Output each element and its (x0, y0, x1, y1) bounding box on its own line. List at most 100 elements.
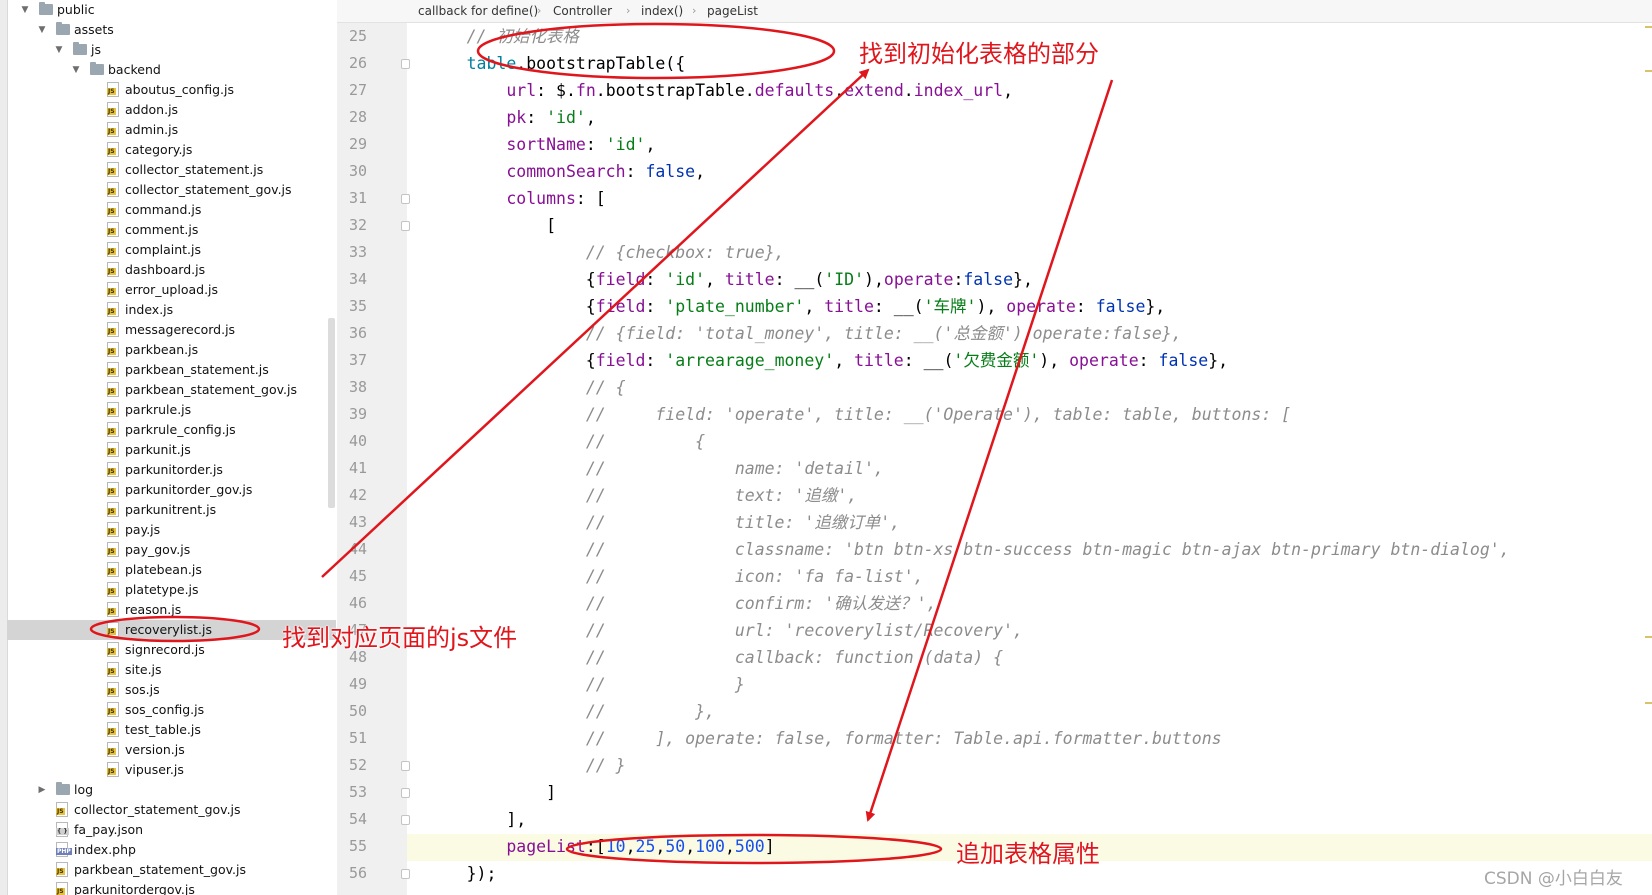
tree-scrollbar[interactable] (328, 318, 335, 508)
code-token: // callback: function (data) { (585, 648, 1004, 667)
error-stripe-mark[interactable] (1645, 702, 1652, 704)
breadcrumb-item-controller[interactable]: Controller (553, 0, 612, 22)
chevron-down-icon[interactable]: ▼ (19, 0, 31, 20)
tree-file[interactable]: JS platetype.js (7, 580, 336, 600)
tree-file[interactable]: JS test_table.js (7, 720, 336, 740)
tree-file[interactable]: JS parkrule.js (7, 400, 336, 420)
code-line[interactable]: // }, (407, 698, 715, 725)
code-line[interactable]: pageList:[10,25,50,100,500] (407, 833, 774, 860)
code-line[interactable]: // icon: 'fa fa-list', (407, 563, 924, 590)
tree-file[interactable]: JS parkunitorder.js (7, 460, 336, 480)
tree-file[interactable]: JS error_upload.js (7, 280, 336, 300)
error-stripe-mark[interactable] (1645, 26, 1652, 28)
code-line[interactable]: // } (407, 671, 745, 698)
tree-file[interactable]: { } fa_pay.json (7, 820, 336, 840)
tree-file[interactable]: JS admin.js (7, 120, 336, 140)
code-line[interactable]: // {checkbox: true}, (407, 239, 785, 266)
tree-file[interactable]: JS pay.js (7, 520, 336, 540)
code-line[interactable]: ], (407, 806, 526, 833)
code-line[interactable]: // { (407, 374, 626, 401)
tree-file[interactable]: JS collector_statement_gov.js (7, 180, 336, 200)
tree-item-label: sos.js (125, 682, 160, 697)
code-line[interactable]: // confirm: '确认发送？', (407, 590, 937, 617)
tree-file[interactable]: JS command.js (7, 200, 336, 220)
tree-file[interactable]: JS index.js (7, 300, 336, 320)
tree-folder[interactable]: ▼ public (7, 0, 336, 20)
code-token: url (506, 81, 537, 100)
tree-folder[interactable]: ▼ backend (7, 60, 336, 80)
tree-folder[interactable]: ▼ assets (7, 20, 336, 40)
code-line[interactable]: // classname: 'btn btn-xs btn-success bt… (407, 536, 1510, 563)
tree-file[interactable]: JS vipuser.js (7, 760, 336, 780)
code-line[interactable]: columns: [ (407, 185, 605, 212)
tree-file[interactable]: JS sos.js (7, 680, 336, 700)
code-line[interactable]: // name: 'detail', (407, 455, 884, 482)
tree-file[interactable]: JS platebean.js (7, 560, 336, 580)
code-line[interactable]: // title: '追缴订单', (407, 509, 900, 536)
error-stripe-mark[interactable] (1645, 636, 1652, 638)
tree-file[interactable]: JS parkbean_statement.js (7, 360, 336, 380)
tree-file[interactable]: JS site.js (7, 660, 336, 680)
tree-item-label: collector_statement_gov.js (125, 182, 292, 197)
code-line[interactable]: // } (407, 752, 626, 779)
tree-file[interactable]: JS sos_config.js (7, 700, 336, 720)
js-file-icon: JS (107, 322, 119, 337)
code-line[interactable]: // {field: 'total_money', title: __('总金额… (407, 320, 1182, 347)
code-line[interactable]: ] (407, 779, 556, 806)
code-line[interactable]: // 初始化表格 (407, 23, 579, 50)
tree-folder[interactable]: ▶ log (7, 780, 336, 800)
tree-file[interactable]: JS parkrule_config.js (7, 420, 336, 440)
tree-file[interactable]: JS collector_statement_gov.js (7, 800, 336, 820)
tree-file[interactable]: JS category.js (7, 140, 336, 160)
code-line[interactable]: pk: 'id', (407, 104, 595, 131)
tree-file[interactable]: PHP index.php (7, 840, 336, 860)
code-line[interactable]: table.bootstrapTable({ (407, 50, 686, 77)
tree-item-label: dashboard.js (125, 262, 206, 277)
js-file-icon: JS (107, 742, 119, 757)
tree-file[interactable]: JS parkunit.js (7, 440, 336, 460)
chevron-down-icon[interactable]: ▼ (70, 60, 82, 80)
tree-file[interactable]: JS aboutus_config.js (7, 80, 336, 100)
tree-file[interactable]: JS parkbean_statement_gov.js (7, 380, 336, 400)
tree-file[interactable]: JS parkbean.js (7, 340, 336, 360)
code-line[interactable]: // text: '追缴', (407, 482, 857, 509)
code-line[interactable]: url: $.fn.bootstrapTable.defaults.extend… (407, 77, 1013, 104)
tree-file[interactable]: JS pay_gov.js (7, 540, 336, 560)
chevron-down-icon[interactable]: ▼ (36, 20, 48, 40)
code-line[interactable]: // ], operate: false, formatter: Table.a… (407, 725, 1222, 752)
tree-file[interactable]: JS reason.js (7, 600, 336, 620)
code-line[interactable]: sortName: 'id', (407, 131, 655, 158)
code-line[interactable]: {field: 'arrearage_money', title: __('欠费… (407, 347, 1228, 374)
breadcrumb-item-pagelist[interactable]: pageList (707, 0, 758, 22)
code-line[interactable]: }); (407, 860, 497, 887)
code-token: }, (1013, 270, 1033, 289)
chevron-right-icon[interactable]: ▶ (36, 780, 48, 800)
tree-file[interactable]: JS complaint.js (7, 240, 336, 260)
code-line[interactable]: // { (407, 428, 705, 455)
tree-file[interactable]: JS parkunitorder_gov.js (7, 480, 336, 500)
tree-file[interactable]: JS parkunitrent.js (7, 500, 336, 520)
chevron-down-icon[interactable]: ▼ (53, 40, 65, 60)
tree-file[interactable]: JS dashboard.js (7, 260, 336, 280)
code-line[interactable]: {field: 'plate_number', title: __('车牌'),… (407, 293, 1165, 320)
code-line[interactable]: // field: 'operate', title: __('Operate'… (407, 401, 1291, 428)
js-file-icon: JS (107, 282, 119, 297)
tree-file[interactable]: JS parkunitordergov.js (7, 880, 336, 895)
tree-file[interactable]: JS messagerecord.js (7, 320, 336, 340)
code-line[interactable]: [ (407, 212, 556, 239)
tree-file[interactable]: JS version.js (7, 740, 336, 760)
error-stripe-mark[interactable] (1645, 70, 1652, 72)
tree-folder[interactable]: ▼ js (7, 40, 336, 60)
tree-file[interactable]: JS comment.js (7, 220, 336, 240)
breadcrumb-item-index[interactable]: index() (641, 0, 683, 22)
code-line[interactable]: commonSearch: false, (407, 158, 705, 185)
tree-file[interactable]: JS parkbean_statement_gov.js (7, 860, 336, 880)
line-number: 31 (348, 189, 367, 207)
breadcrumb-item-define[interactable]: callback for define() (418, 0, 538, 22)
code-token: }, (1145, 297, 1166, 316)
tree-file[interactable]: JS addon.js (7, 100, 336, 120)
tree-file[interactable]: JS collector_statement.js (7, 160, 336, 180)
code-line[interactable]: {field: 'id', title: __('ID'),operate:fa… (407, 266, 1033, 293)
tree-item-label: category.js (125, 142, 193, 157)
